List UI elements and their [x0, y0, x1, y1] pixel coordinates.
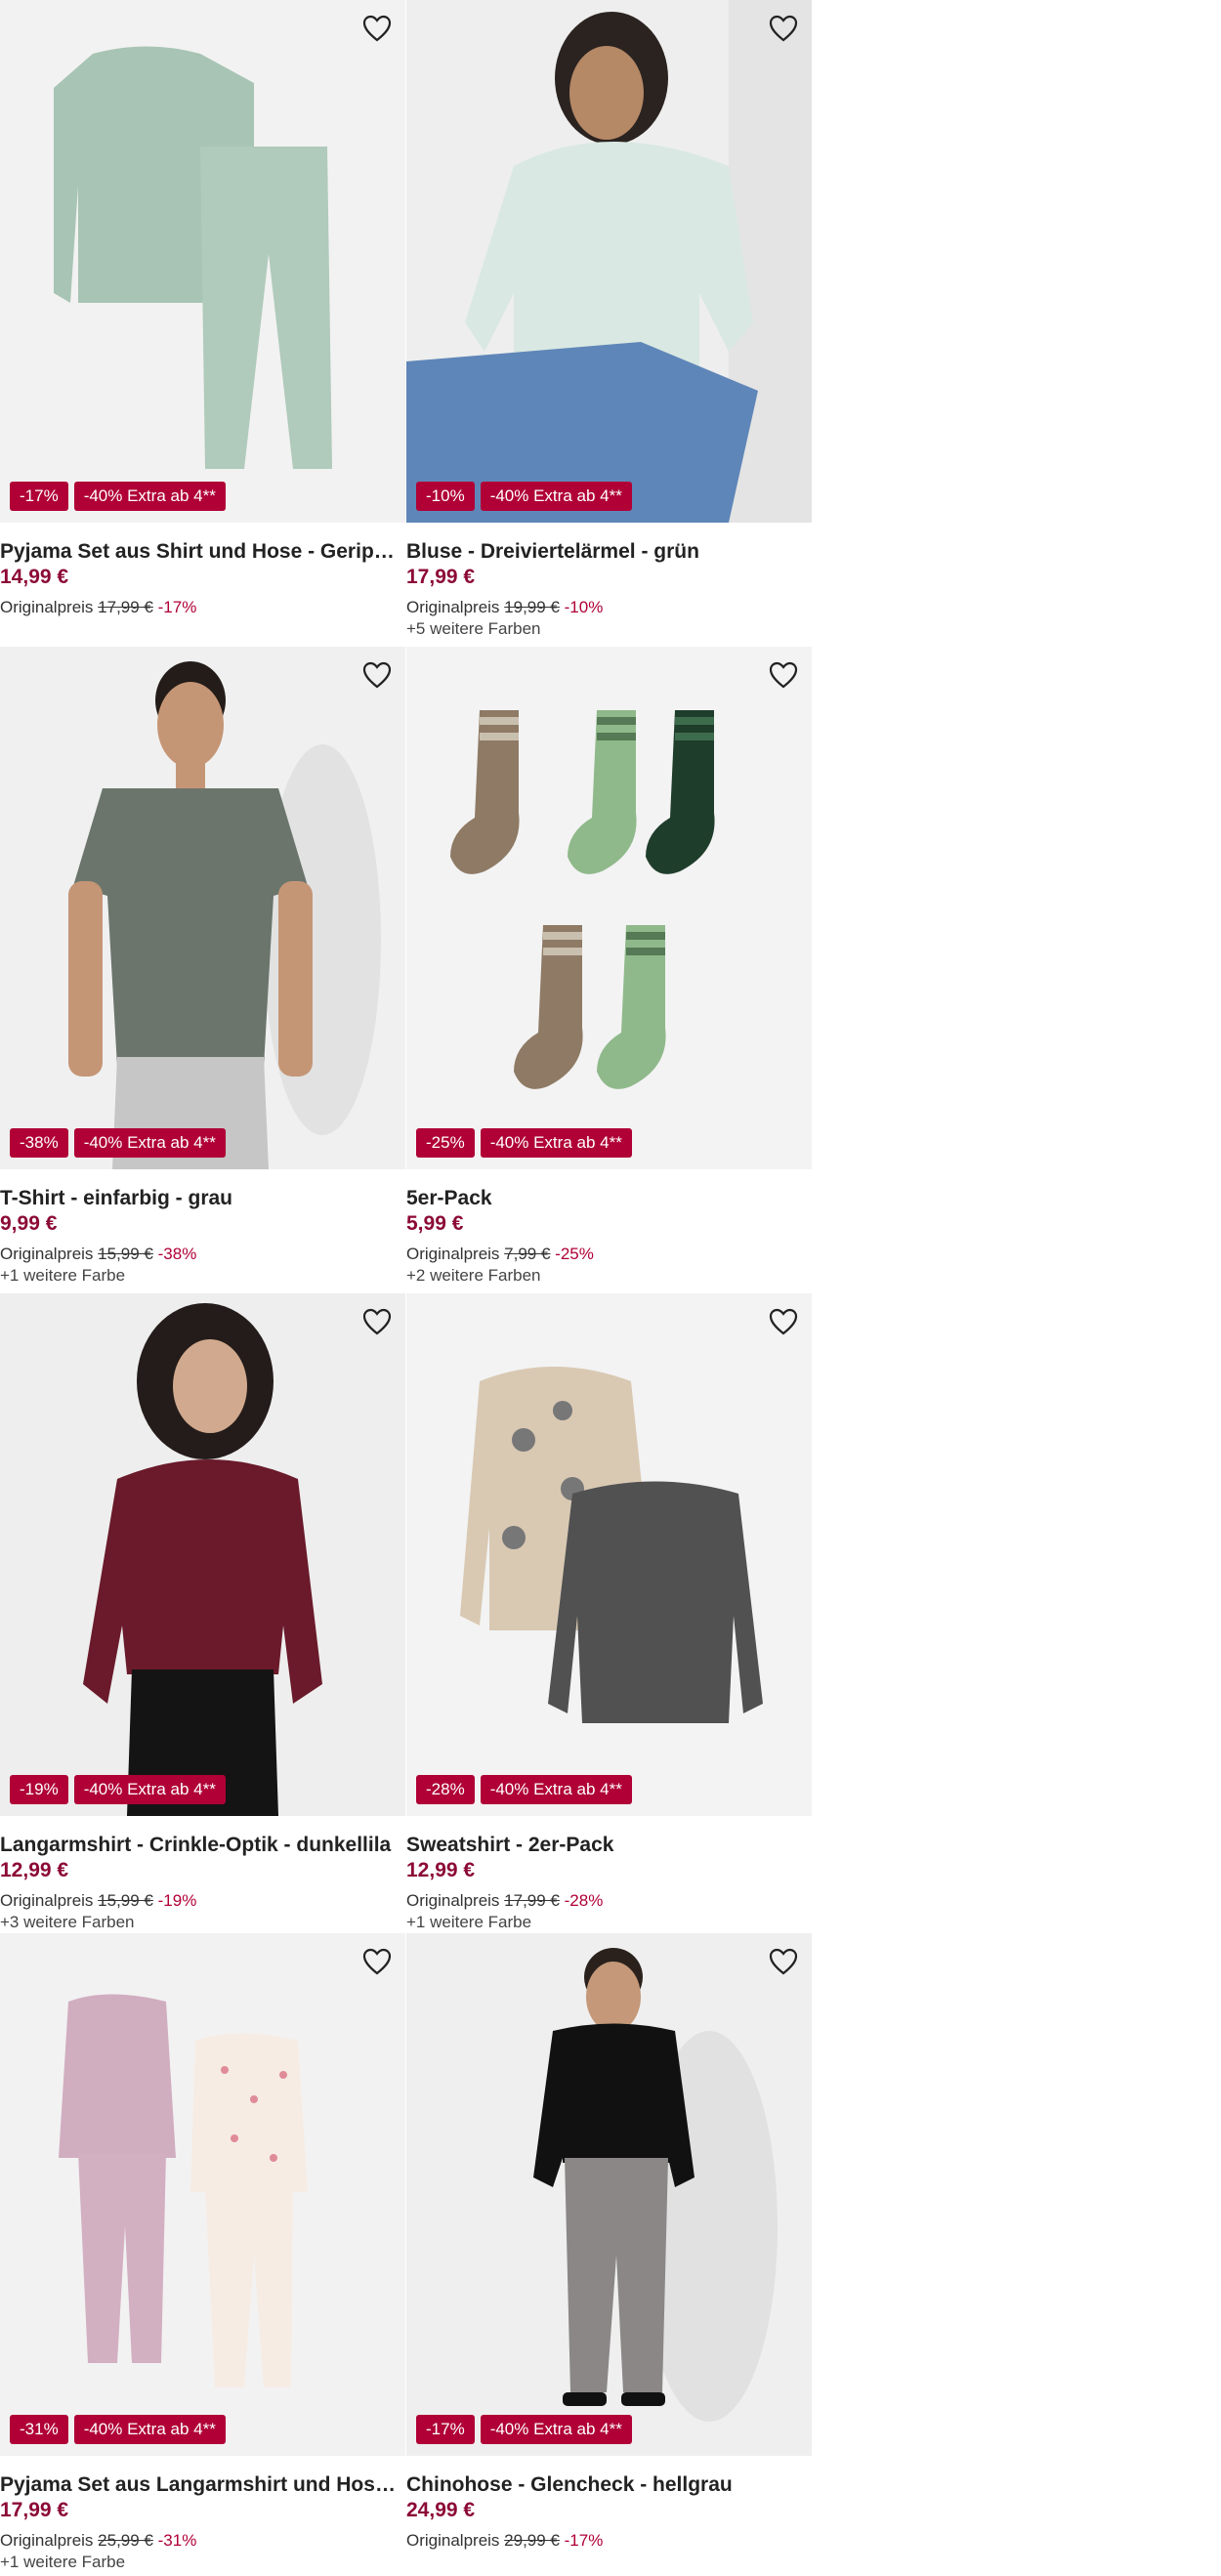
original-price-line: Originalpreis 19,99 € -10%	[406, 598, 603, 617]
wishlist-heart-icon[interactable]	[767, 1305, 800, 1338]
original-price: 15,99 €	[98, 1891, 153, 1910]
extra-discount-badge: -40% Extra ab 4**	[480, 1775, 632, 1804]
product-title[interactable]: Pyjama Set aus Langarmshirt und Hose - 2…	[0, 2473, 405, 2497]
product-title[interactable]: Sweatshirt - 2er-Pack	[406, 1834, 812, 1857]
more-colors: +1 weitere Farbe	[406, 1913, 532, 1931]
badge-row: -38% -40% Extra ab 4**	[10, 1128, 226, 1158]
badge-row: -31% -40% Extra ab 4**	[10, 2415, 226, 2444]
product-title[interactable]: Langarmshirt - Crinkle-Optik - dunkellil…	[0, 1834, 405, 1857]
original-price: 17,99 €	[504, 1891, 560, 1910]
product-image[interactable]: -28% -40% Extra ab 4**	[406, 1293, 812, 1816]
discount-percent: -10%	[564, 598, 604, 616]
wishlist-heart-icon[interactable]	[360, 1305, 394, 1338]
product-title[interactable]: Pyjama Set aus Shirt und Hose - Gerippt …	[0, 540, 405, 564]
discount-badge: -31%	[10, 2415, 68, 2444]
discount-badge: -38%	[10, 1128, 68, 1158]
original-price: 25,99 €	[98, 2531, 153, 2550]
original-price: 15,99 €	[98, 1245, 153, 1263]
original-price-line: Originalpreis 15,99 € -19%	[0, 1891, 196, 1911]
original-price: 7,99 €	[504, 1245, 551, 1263]
product-price: 5,99 €	[406, 1212, 464, 1235]
original-price-label: Originalpreis	[0, 2531, 94, 2550]
discount-badge: -10%	[416, 482, 475, 511]
badge-row: -10% -40% Extra ab 4**	[416, 482, 632, 511]
more-colors: +3 weitere Farben	[0, 1913, 135, 1931]
wishlist-heart-icon[interactable]	[767, 658, 800, 692]
product-price: 9,99 €	[0, 1212, 58, 1235]
original-price: 29,99 €	[504, 2531, 560, 2550]
more-colors: +1 weitere Farbe	[0, 1266, 126, 1285]
discount-badge: -25%	[416, 1128, 475, 1158]
product-title[interactable]: 5er-Pack	[406, 1187, 812, 1210]
product-image[interactable]: -17% -40% Extra ab 4**	[406, 1933, 812, 2456]
discount-percent: -31%	[157, 2531, 197, 2550]
original-price-label: Originalpreis	[406, 1891, 500, 1910]
discount-badge: -19%	[10, 1775, 68, 1804]
original-price-line: Originalpreis 7,99 € -25%	[406, 1245, 594, 1264]
badge-row: -25% -40% Extra ab 4**	[416, 1128, 632, 1158]
original-price: 19,99 €	[504, 598, 560, 616]
extra-discount-badge: -40% Extra ab 4**	[480, 482, 632, 511]
extra-discount-badge: -40% Extra ab 4**	[480, 1128, 632, 1158]
original-price-label: Originalpreis	[406, 598, 500, 616]
more-colors: +2 weitere Farben	[406, 1266, 541, 1285]
extra-discount-badge: -40% Extra ab 4**	[73, 1775, 226, 1804]
original-price-label: Originalpreis	[0, 1891, 94, 1910]
discount-percent: -19%	[157, 1891, 197, 1910]
product-title[interactable]: Chinohose - Glencheck - hellgrau	[406, 2473, 812, 2497]
discount-percent: -17%	[564, 2531, 604, 2550]
extra-discount-badge: -40% Extra ab 4**	[73, 482, 226, 511]
product-image[interactable]: -17% -40% Extra ab 4**	[0, 0, 405, 523]
product-price: 12,99 €	[0, 1859, 69, 1881]
discount-badge: -28%	[416, 1775, 475, 1804]
badge-row: -17% -40% Extra ab 4**	[416, 2415, 632, 2444]
original-price: 17,99 €	[98, 598, 153, 616]
product-image[interactable]: -19% -40% Extra ab 4**	[0, 1293, 405, 1816]
more-colors: +1 weitere Farbe	[0, 2553, 126, 2571]
wishlist-heart-icon[interactable]	[360, 12, 394, 45]
discount-badge: -17%	[416, 2415, 475, 2444]
original-price-line: Originalpreis 29,99 € -17%	[406, 2531, 603, 2551]
badge-row: -17% -40% Extra ab 4**	[10, 482, 226, 511]
extra-discount-badge: -40% Extra ab 4**	[73, 2415, 226, 2444]
original-price-line: Originalpreis 25,99 € -31%	[0, 2531, 196, 2551]
original-price-label: Originalpreis	[406, 1245, 500, 1263]
product-price: 17,99 €	[0, 2499, 69, 2521]
original-price-line: Originalpreis 15,99 € -38%	[0, 1245, 196, 1264]
product-price: 12,99 €	[406, 1859, 476, 1881]
discount-badge: -17%	[10, 482, 68, 511]
discount-percent: -28%	[564, 1891, 604, 1910]
extra-discount-badge: -40% Extra ab 4**	[480, 2415, 632, 2444]
product-title[interactable]: T-Shirt - einfarbig - grau	[0, 1187, 405, 1210]
original-price-label: Originalpreis	[406, 2531, 500, 2550]
original-price-line: Originalpreis 17,99 € -17%	[0, 598, 196, 617]
product-price: 17,99 €	[406, 566, 476, 588]
product-image[interactable]: -38% -40% Extra ab 4**	[0, 647, 405, 1169]
discount-percent: -25%	[555, 1245, 594, 1263]
badge-row: -19% -40% Extra ab 4**	[10, 1775, 226, 1804]
badge-row: -28% -40% Extra ab 4**	[416, 1775, 632, 1804]
wishlist-heart-icon[interactable]	[767, 12, 800, 45]
more-colors: +5 weitere Farben	[406, 619, 541, 638]
original-price-label: Originalpreis	[0, 598, 94, 616]
product-title[interactable]: Bluse - Dreiviertelärmel - grün	[406, 540, 812, 564]
discount-percent: -38%	[157, 1245, 197, 1263]
extra-discount-badge: -40% Extra ab 4**	[73, 1128, 226, 1158]
product-price: 24,99 €	[406, 2499, 476, 2521]
discount-percent: -17%	[157, 598, 197, 616]
original-price-label: Originalpreis	[0, 1245, 94, 1263]
original-price-line: Originalpreis 17,99 € -28%	[406, 1891, 603, 1911]
product-image[interactable]: -31% -40% Extra ab 4**	[0, 1933, 405, 2456]
wishlist-heart-icon[interactable]	[360, 658, 394, 692]
product-price: 14,99 €	[0, 566, 69, 588]
wishlist-heart-icon[interactable]	[360, 1945, 394, 1978]
product-image[interactable]: -25% -40% Extra ab 4**	[406, 647, 812, 1169]
product-image[interactable]: -10% -40% Extra ab 4**	[406, 0, 812, 523]
wishlist-heart-icon[interactable]	[767, 1945, 800, 1978]
